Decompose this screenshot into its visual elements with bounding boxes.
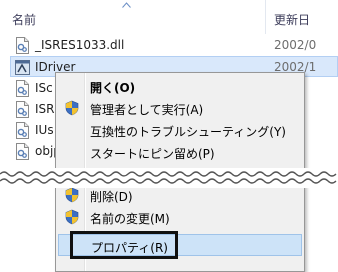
highlight-annotation-box xyxy=(70,231,178,259)
column-header: 名前 更新日 xyxy=(0,0,338,34)
menu-item-label: 管理者として実行(A) xyxy=(90,103,204,117)
omission-wave-divider xyxy=(0,168,338,188)
column-divider[interactable] xyxy=(265,0,266,34)
dll-file-icon xyxy=(16,37,29,54)
dll-file-icon xyxy=(16,122,29,139)
file-name: ISR xyxy=(35,102,55,116)
uac-shield-icon xyxy=(65,187,79,203)
sort-ascending-icon xyxy=(122,2,131,8)
menu-item-run-as-admin[interactable]: 管理者として実行(A) xyxy=(58,97,302,119)
file-name: IUs xyxy=(35,123,54,137)
menu-item-label: 開く(O) xyxy=(90,81,136,95)
menu-item-label: 削除(D) xyxy=(90,190,133,204)
menu-item-label: スタートにピン留め(P) xyxy=(90,147,215,161)
file-row[interactable]: _ISRES1033.dll 2002/0 xyxy=(0,35,338,56)
dll-file-icon xyxy=(16,143,29,160)
menu-item-compat-troubleshoot[interactable]: 互換性のトラブルシューティング(Y) xyxy=(58,119,302,141)
file-name: _ISRES1033.dll xyxy=(35,38,125,52)
file-name: ISc xyxy=(35,81,53,95)
menu-item-open[interactable]: 開く(O) xyxy=(58,75,302,97)
menu-item-pin-to-start[interactable]: スタートにピン留め(P) xyxy=(58,141,302,163)
menu-item-label: 互換性のトラブルシューティング(Y) xyxy=(90,125,286,139)
dll-file-icon xyxy=(16,101,29,118)
file-date: 2002/0 xyxy=(274,38,317,52)
column-header-name[interactable]: 名前 xyxy=(12,11,36,28)
menu-item-rename[interactable]: 名前の変更(M) xyxy=(58,206,302,228)
exe-app-icon xyxy=(15,60,30,75)
dll-file-icon xyxy=(16,80,29,97)
column-header-date[interactable]: 更新日 xyxy=(274,11,310,28)
uac-shield-icon xyxy=(65,209,79,225)
uac-shield-icon xyxy=(65,100,79,116)
menu-item-label: 名前の変更(M) xyxy=(90,212,170,226)
